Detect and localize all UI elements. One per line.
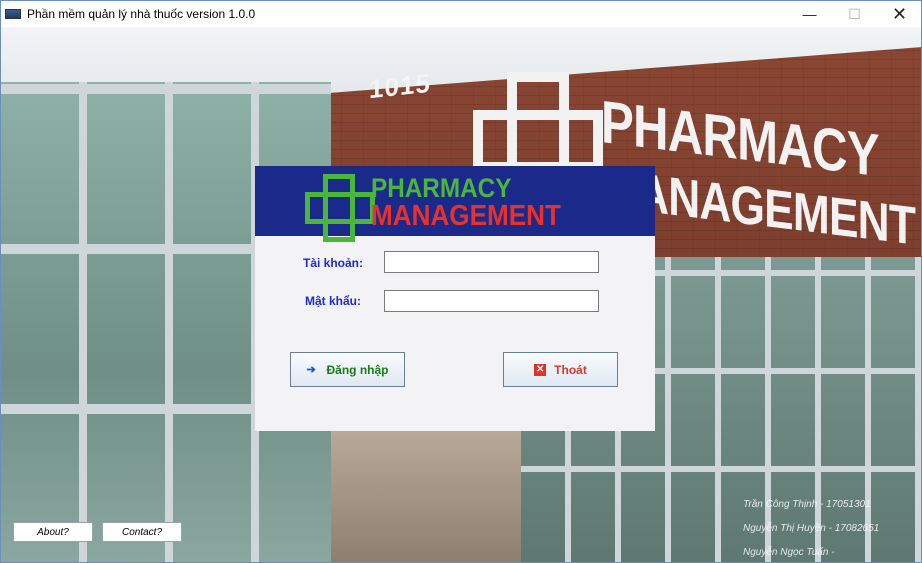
account-label: Tài khoản:: [303, 256, 364, 270]
logo-cross-icon: [305, 174, 375, 242]
building-number: 1015: [369, 67, 431, 105]
app-window: Phần mềm quản lý nhà thuốc version 1.0.0…: [0, 0, 922, 563]
glass-facade-bottom: [331, 427, 531, 562]
login-button-label: Đăng nhập: [326, 362, 389, 377]
credit-line: Nguyễn Thị Huyền - 17082651: [743, 523, 880, 534]
window-title: Phần mềm quản lý nhà thuốc version 1.0.0: [27, 7, 256, 21]
contact-button[interactable]: Contact?: [102, 522, 182, 542]
maximize-button[interactable]: ☐: [832, 1, 877, 27]
title-bar: Phần mềm quản lý nhà thuốc version 1.0.0…: [1, 1, 921, 27]
login-button[interactable]: ➔ Đăng nhập: [290, 352, 405, 387]
about-button[interactable]: About?: [13, 522, 93, 542]
account-input[interactable]: [384, 251, 599, 273]
logo-text-line2: MANAGEMENT: [371, 200, 561, 232]
credit-line: Nguyễn Ngọc Tuấn -: [743, 547, 835, 558]
password-input[interactable]: [384, 290, 599, 312]
exit-button[interactable]: ✕ Thoát: [503, 352, 618, 387]
close-icon: ✕: [534, 363, 547, 376]
close-window-button[interactable]: ✕: [877, 1, 921, 27]
exit-button-label: Thoát: [554, 362, 587, 377]
password-label: Mật khẩu:: [305, 294, 362, 308]
login-panel: PHARMACY MANAGEMENT Tài khoản: Mật khẩu:…: [255, 166, 655, 431]
credit-line: Trần Công Thịnh - 17051301: [743, 499, 871, 510]
app-icon: [5, 9, 21, 19]
arrow-right-icon: ➔: [306, 363, 316, 376]
logo-banner: PHARMACY MANAGEMENT: [255, 166, 655, 242]
minimize-button[interactable]: —: [787, 1, 832, 27]
